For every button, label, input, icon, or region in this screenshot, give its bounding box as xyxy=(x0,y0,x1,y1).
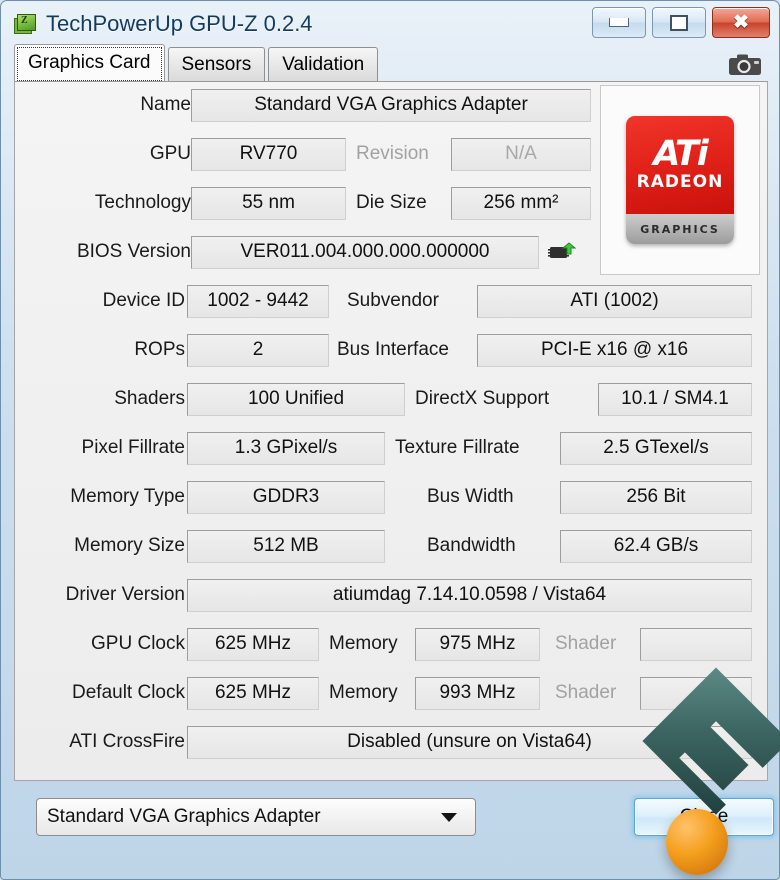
shaders-label: Shaders xyxy=(114,388,185,409)
technology-label: Technology xyxy=(94,192,191,213)
bus-interface-value: PCI-E x16 @ x16 xyxy=(477,333,752,367)
gpuz-window: Z TechPowerUp GPU-Z 0.2.4 ✖ Graphics Car… xyxy=(0,0,780,880)
driver-version-label: Driver Version xyxy=(65,584,185,605)
subvendor-label: Subvendor xyxy=(347,290,439,311)
window-controls: ✖ xyxy=(592,7,770,38)
default-memory-clock-value: 993 MHz xyxy=(415,676,540,710)
directx-support-value: 10.1 / SM4.1 xyxy=(598,382,752,416)
pixel-fillrate-value: 1.3 GPixel/s xyxy=(187,431,385,465)
device-id-value: 1002 - 9442 xyxy=(187,284,329,318)
minimize-icon xyxy=(609,18,629,27)
close-icon: ✖ xyxy=(733,12,749,33)
default-shader-clock-label: Shader xyxy=(555,682,617,703)
pixel-fillrate-label: Pixel Fillrate xyxy=(81,437,185,458)
rops-value: 2 xyxy=(187,333,329,367)
ati-crossfire-value: Disabled (unsure on Vista64) xyxy=(187,725,752,759)
ati-crossfire-label: ATI CrossFire xyxy=(69,731,185,752)
chevron-down-icon xyxy=(441,813,457,822)
memory-size-value: 512 MB xyxy=(187,529,385,563)
device-id-label: Device ID xyxy=(102,290,185,311)
bandwidth-label: Bandwidth xyxy=(427,535,516,556)
subvendor-value: ATI (1002) xyxy=(477,284,752,318)
tab-graphics-card-label: Graphics Card xyxy=(28,52,151,73)
bios-version-label: BIOS Version xyxy=(76,241,191,262)
name-label: Name xyxy=(140,94,191,115)
window-title: TechPowerUp GPU-Z 0.2.4 xyxy=(46,11,313,36)
bus-width-label: Bus Width xyxy=(427,486,514,507)
ati-radeon-logo: ATi RADEON GRAPHICS xyxy=(626,116,734,244)
gpu-clock-value: 625 MHz xyxy=(187,627,319,661)
minimize-button[interactable] xyxy=(592,7,646,38)
gpu-clock-label: GPU Clock xyxy=(91,633,185,654)
close-button-label: Close xyxy=(679,806,729,827)
ati-brand-text: ATi xyxy=(653,133,709,174)
technology-value: 55 nm xyxy=(191,186,346,220)
revision-label: Revision xyxy=(356,143,429,164)
adapter-select-value: Standard VGA Graphics Adapter xyxy=(47,806,321,827)
default-shader-clock-value xyxy=(640,676,752,710)
texture-fillrate-label: Texture Fillrate xyxy=(395,437,520,458)
tab-validation[interactable]: Validation xyxy=(268,47,379,81)
gpu-label: GPU xyxy=(149,143,191,164)
bios-chip-icon[interactable] xyxy=(547,239,577,263)
tab-validation-label: Validation xyxy=(282,53,365,75)
memory-type-label: Memory Type xyxy=(70,486,185,507)
driver-version-value: atiumdag 7.14.10.0598 / Vista64 xyxy=(187,578,752,612)
directx-support-label: DirectX Support xyxy=(415,388,550,409)
bios-version-value: VER011.004.000.000.000000 xyxy=(191,235,539,269)
maximize-icon xyxy=(670,14,688,31)
default-clock-label: Default Clock xyxy=(72,682,185,703)
bus-width-value: 256 Bit xyxy=(560,480,752,514)
tab-sensors-label: Sensors xyxy=(181,53,252,75)
graphics-card-panel: ATi RADEON GRAPHICS Name Standard VGA Gr… xyxy=(14,81,768,781)
graphics-text: GRAPHICS xyxy=(626,214,734,244)
die-size-label: Die Size xyxy=(356,192,427,213)
bus-interface-label: Bus Interface xyxy=(337,339,449,360)
bandwidth-value: 62.4 GB/s xyxy=(560,529,752,563)
gpu-shader-clock-label: Shader xyxy=(555,633,617,654)
die-size-value: 256 mm² xyxy=(451,186,591,220)
revision-value: N/A xyxy=(451,137,591,171)
default-memory-clock-label: Memory xyxy=(329,682,398,703)
close-window-button[interactable]: ✖ xyxy=(712,7,770,38)
gpu-vendor-logo-box: ATi RADEON GRAPHICS xyxy=(600,85,760,275)
gpu-shader-clock-value xyxy=(640,627,752,661)
title-bar: Z TechPowerUp GPU-Z 0.2.4 ✖ xyxy=(6,5,774,43)
rops-label: ROPs xyxy=(134,339,185,360)
adapter-select[interactable]: Standard VGA Graphics Adapter xyxy=(36,798,476,836)
tab-graphics-card[interactable]: Graphics Card xyxy=(14,44,165,81)
bottom-bar: Standard VGA Graphics Adapter Close xyxy=(14,789,774,845)
texture-fillrate-value: 2.5 GTexel/s xyxy=(560,431,752,465)
tab-strip: Graphics Card Sensors Validation xyxy=(14,44,774,81)
camera-icon[interactable] xyxy=(728,53,762,77)
name-value: Standard VGA Graphics Adapter xyxy=(191,88,591,122)
gpu-memory-clock-value: 975 MHz xyxy=(415,627,540,661)
gpu-value: RV770 xyxy=(191,137,346,171)
close-button[interactable]: Close xyxy=(634,798,774,836)
shaders-value: 100 Unified xyxy=(187,382,405,416)
tab-sensors[interactable]: Sensors xyxy=(167,47,266,81)
gpuz-logo-icon: Z xyxy=(12,12,36,36)
radeon-text: RADEON xyxy=(636,171,724,192)
memory-size-label: Memory Size xyxy=(74,535,185,556)
default-clock-value: 625 MHz xyxy=(187,676,319,710)
maximize-button[interactable] xyxy=(652,7,706,38)
memory-type-value: GDDR3 xyxy=(187,480,385,514)
gpu-memory-clock-label: Memory xyxy=(329,633,398,654)
